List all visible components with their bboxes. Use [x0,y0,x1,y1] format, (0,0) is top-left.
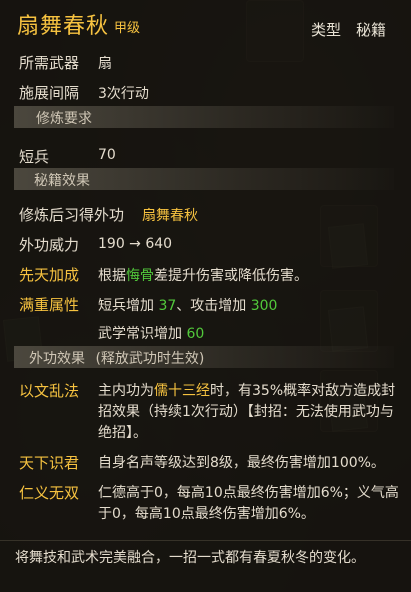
requirement-value: 70 [98,147,116,163]
innate-post: 差提升伤害或降低伤害。 [154,268,308,284]
learn-label: 修炼后习得外功 [19,206,125,224]
fullweight-1-pre: 短兵增加 [98,298,154,314]
section-external-title: 外功效果 (释放武功时生效) [29,348,204,368]
skill-text-renyiwushuang: 仁德高于0，每高10点最终伤害增加6%；义气高于0，每高10点最终伤害增加6%。 [98,485,399,522]
power-value: 190 → 640 [98,236,173,252]
fullweight-1-val2: 300 [250,298,278,314]
section-effect-title: 秘籍效果 [34,173,90,189]
skill1-pre: 主内功为 [98,383,154,399]
fullweight-1-val: 37 [158,298,177,314]
section-effect: 秘籍效果 [14,168,394,190]
power-label: 外功威力 [19,236,80,254]
skill-text-tianxiashijun: 自身名声等级达到8级，最终伤害增加100%。 [98,455,385,471]
innate-pre: 根据 [98,268,126,284]
interval-value: 3次行动 [98,86,149,102]
item-grade: 甲级 [114,21,141,36]
item-description: 将舞技和武术完美融合，一招一式都有春夏秋冬的变化。 [15,550,365,566]
fullweight-line-1: 短兵增加 37、攻击增加 300 [98,295,277,315]
innate-highlight: 悔骨 [126,268,154,284]
requirement-label: 短兵 [19,148,50,166]
footer-divider [0,540,411,541]
fullweight-line-2: 武学常识增加 60 [98,323,204,343]
skill-text-yiwenluanfa: 主内功为儒十三经时，有35%概率对敌方造成封招效果（持续1次行动）【封招：无法使… [98,381,403,444]
section-external: 外功效果 (释放武功时生效) [14,346,394,368]
skill-label-yiwenluanfa: 以文乱法 [19,382,80,400]
item-tooltip: 扇舞春秋 甲级 类型 秘籍 所需武器 扇 施展间隔 3次行动 修炼要求 短兵 7… [0,0,411,592]
section-external-note: (释放武功时生效) [95,351,205,367]
item-title: 扇舞春秋 [17,14,110,39]
section-requirement-title: 修炼要求 [36,111,92,127]
fullweight-2-val: 60 [186,326,205,342]
type-value: 秘籍 [356,21,387,39]
weapon-label: 所需武器 [19,54,80,72]
section-external-label: 外功效果 [29,351,85,367]
section-requirement: 修炼要求 [14,106,394,128]
type-label: 类型 [311,21,342,39]
skill-label-renyiwushuang: 仁义无双 [19,484,80,502]
skill-label-tianxiashijun: 天下识君 [19,454,80,472]
fullweight-1-mid: 、攻击增加 [176,298,247,314]
skill1-highlight: 儒十三经 [154,383,210,399]
learn-value: 扇舞春秋 [142,208,198,224]
weapon-value: 扇 [98,56,112,72]
innate-label: 先天加成 [19,266,80,284]
interval-label: 施展间隔 [19,84,80,102]
fullweight-label: 满重属性 [19,296,80,314]
innate-text: 根据悔骨差提升伤害或降低伤害。 [98,265,308,285]
fullweight-2-pre: 武学常识增加 [98,326,182,342]
